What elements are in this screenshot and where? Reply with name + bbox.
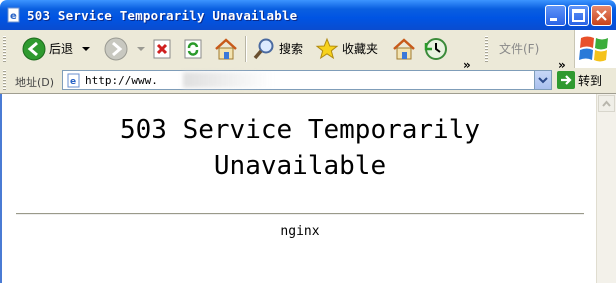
close-icon bbox=[596, 10, 607, 21]
history-icon bbox=[424, 37, 447, 60]
file-menu[interactable]: 文件(F) bbox=[496, 33, 539, 64]
favorites-button[interactable]: 收藏夹 bbox=[315, 33, 378, 64]
vertical-scrollbar[interactable] bbox=[596, 94, 616, 283]
menubar-grip[interactable] bbox=[485, 36, 488, 62]
history-button[interactable] bbox=[423, 33, 449, 64]
minimize-button[interactable] bbox=[545, 5, 566, 26]
error-heading-line2: Unavailable bbox=[213, 151, 387, 181]
forward-button[interactable] bbox=[104, 33, 146, 64]
minimize-icon bbox=[550, 18, 557, 21]
page-icon: e bbox=[66, 73, 81, 92]
svg-text:e: e bbox=[70, 77, 76, 87]
back-button[interactable]: 后退 bbox=[22, 33, 91, 64]
title-bar[interactable]: e 503 Service Temporarily Unavailable bbox=[0, 0, 616, 30]
search-icon bbox=[253, 38, 274, 59]
windows-flag-icon bbox=[579, 36, 608, 62]
go-arrow-icon bbox=[557, 71, 575, 89]
refresh-icon bbox=[184, 39, 202, 58]
address-url: http://www. bbox=[85, 74, 158, 87]
stop-icon bbox=[153, 39, 171, 58]
file-menu-label: 文件(F) bbox=[499, 42, 540, 56]
home-icon bbox=[215, 37, 237, 59]
search-label: 搜索 bbox=[279, 42, 304, 56]
maximize-button[interactable] bbox=[568, 5, 589, 26]
forward-dropdown-icon[interactable] bbox=[136, 45, 146, 53]
back-arrow-icon bbox=[22, 37, 46, 60]
address-bar: 地址(D) e http://www. 转到 bbox=[0, 68, 616, 94]
address-input[interactable]: e http://www. bbox=[62, 70, 552, 90]
home-icon bbox=[393, 37, 415, 59]
windows-logo bbox=[574, 30, 616, 68]
chevron-down-icon bbox=[538, 77, 548, 84]
refresh-button[interactable] bbox=[182, 33, 204, 64]
page-content: 503 Service Temporarily Unavailable ngin… bbox=[0, 94, 596, 283]
forward-arrow-icon bbox=[104, 37, 128, 60]
home-shortcut-button[interactable] bbox=[391, 33, 417, 64]
address-label: 地址(D) bbox=[15, 76, 55, 89]
svg-text:e: e bbox=[10, 11, 17, 22]
stop-button[interactable] bbox=[151, 33, 173, 64]
favorites-label: 收藏夹 bbox=[342, 42, 379, 56]
toolbar-grip[interactable] bbox=[3, 36, 6, 62]
toolbar-separator bbox=[245, 36, 247, 62]
back-label: 后退 bbox=[49, 42, 74, 56]
search-button[interactable]: 搜索 bbox=[252, 33, 303, 64]
horizontal-rule bbox=[16, 213, 584, 215]
ie-page-icon: e bbox=[6, 7, 22, 23]
addressbar-grip[interactable] bbox=[3, 70, 6, 90]
standard-toolbar: 后退 搜索 收藏夹 » 文件(F) » bbox=[0, 30, 616, 72]
star-icon bbox=[315, 37, 339, 59]
error-heading-line1: 503 Service Temporarily bbox=[119, 115, 481, 145]
chevron-up-icon bbox=[602, 100, 611, 107]
home-button[interactable] bbox=[213, 33, 239, 64]
go-button[interactable]: 转到 bbox=[557, 71, 602, 89]
close-button[interactable] bbox=[591, 5, 612, 26]
go-label: 转到 bbox=[578, 73, 603, 88]
server-signature: nginx bbox=[280, 224, 320, 239]
back-dropdown-icon[interactable] bbox=[81, 45, 91, 53]
window-title: 503 Service Temporarily Unavailable bbox=[27, 8, 298, 23]
error-heading: 503 Service Temporarily Unavailable bbox=[2, 112, 598, 184]
url-redaction bbox=[183, 72, 273, 88]
maximize-icon bbox=[572, 9, 585, 22]
address-dropdown-button[interactable] bbox=[534, 71, 551, 89]
scroll-up-button[interactable] bbox=[598, 95, 615, 112]
